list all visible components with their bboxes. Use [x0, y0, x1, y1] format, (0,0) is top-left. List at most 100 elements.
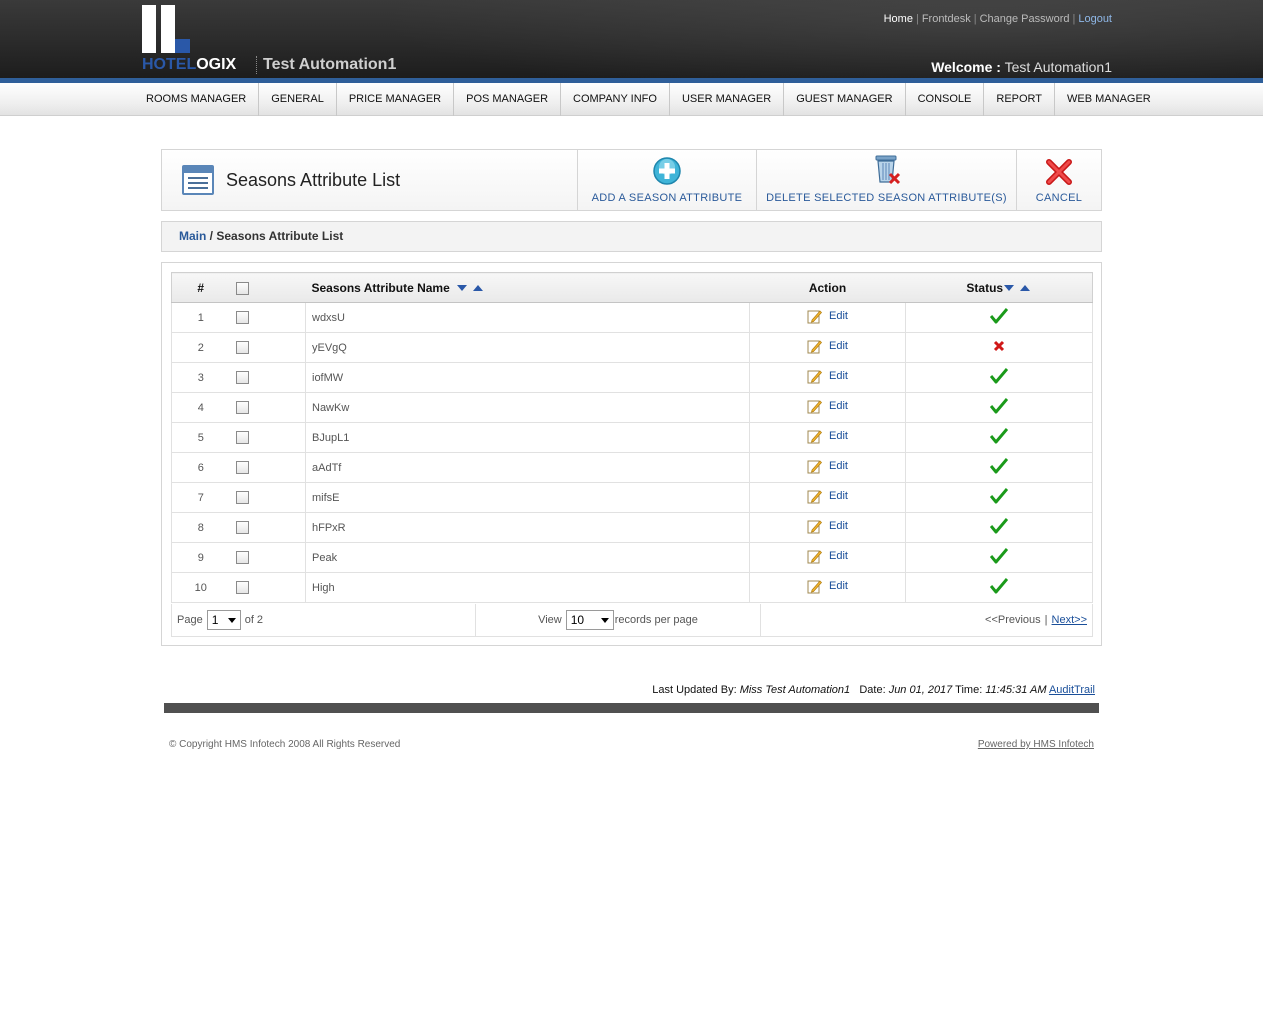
row-action-cell: Edit [749, 422, 906, 453]
chevron-down-icon [600, 617, 609, 623]
sort-arrows-icon[interactable] [456, 284, 484, 292]
row-checkbox[interactable] [235, 461, 249, 474]
table-row: 2 yEVgQ Edit [171, 332, 1093, 363]
edit-link[interactable]: Edit [829, 550, 848, 562]
breadcrumb-main-link[interactable]: Main [179, 229, 206, 243]
row-select-cell [229, 572, 306, 603]
nav-pos-manager[interactable]: POS MANAGER [454, 83, 562, 116]
nav-rooms-manager[interactable]: ROOMS MANAGER [134, 83, 260, 116]
row-checkbox[interactable] [235, 521, 249, 534]
row-checkbox[interactable] [235, 491, 249, 504]
delete-selected-button[interactable]: DELETE SELECTED SEASON ATTRIBUTE(S) [757, 150, 1017, 210]
season-attribute-name: mifsE [305, 482, 750, 513]
page-select[interactable]: 1 [206, 610, 241, 630]
next-link[interactable]: Next>> [1052, 614, 1087, 626]
edit-icon[interactable] [807, 399, 822, 414]
col-name-header[interactable]: Seasons Attribute Name [305, 272, 750, 303]
check-icon [989, 488, 1009, 504]
table-row: 7 mifsE Edit [171, 482, 1093, 513]
edit-icon[interactable] [807, 429, 822, 444]
row-checkbox[interactable] [235, 431, 249, 444]
top-header: HOTELOGIX Test Automation1 Home | Frontdes… [0, 0, 1263, 80]
cancel-icon [1046, 159, 1072, 185]
nav-company-info[interactable]: COMPANY INFO [561, 83, 670, 116]
powered-by-link[interactable]: Powered by HMS Infotech [978, 739, 1094, 750]
edit-link[interactable]: Edit [829, 400, 848, 412]
edit-link[interactable]: Edit [829, 520, 848, 532]
add-icon [653, 157, 681, 185]
edit-link[interactable]: Edit [829, 370, 848, 382]
frontdesk-link[interactable]: Frontdesk [922, 13, 971, 25]
home-link[interactable]: Home [884, 13, 913, 25]
row-checkbox[interactable] [235, 551, 249, 564]
edit-link[interactable]: Edit [829, 310, 848, 322]
edit-link[interactable]: Edit [829, 460, 848, 472]
col-select-all [229, 272, 306, 303]
row-action-cell: Edit [749, 452, 906, 483]
last-updated-info: Last Updated By: Miss Test Automation1 D… [652, 684, 1095, 696]
edit-icon[interactable] [807, 309, 822, 324]
nav-user-manager[interactable]: USER MANAGER [670, 83, 785, 116]
cross-icon [993, 340, 1005, 352]
page-title: Seasons Attribute List [226, 169, 401, 190]
edit-icon[interactable] [807, 549, 822, 564]
edit-icon[interactable] [807, 339, 822, 354]
previous-link[interactable]: <<Previous [985, 614, 1041, 626]
season-attribute-name: iofMW [305, 362, 750, 393]
audit-trail-link[interactable]: AuditTrail [1049, 684, 1095, 696]
row-action-cell: Edit [749, 332, 906, 363]
row-select-cell [229, 422, 306, 453]
table-row: 6 aAdTf Edit [171, 452, 1093, 483]
add-season-attribute-button[interactable]: ADD A SEASON ATTRIBUTE [578, 150, 757, 210]
row-checkbox[interactable] [235, 311, 249, 324]
nav-guest-manager[interactable]: GUEST MANAGER [784, 83, 906, 116]
row-number: 4 [171, 392, 230, 423]
edit-icon[interactable] [807, 519, 822, 534]
welcome-message: Welcome : Test Automation1 [931, 59, 1112, 75]
edit-icon[interactable] [807, 579, 822, 594]
edit-link[interactable]: Edit [829, 340, 848, 352]
row-checkbox[interactable] [235, 581, 249, 594]
row-select-cell [229, 302, 306, 333]
row-select-cell [229, 482, 306, 513]
col-status-header[interactable]: Status [905, 272, 1093, 303]
copyright-text: © Copyright HMS Infotech 2008 All Rights… [169, 739, 401, 750]
hotelogix-logo[interactable]: HOTELOGIX [142, 5, 242, 75]
nav-web-manager[interactable]: WEB MANAGER [1055, 83, 1163, 116]
nav-general[interactable]: GENERAL [259, 83, 337, 116]
records-per-page-select[interactable]: 10 [565, 610, 614, 630]
change-password-link[interactable]: Change Password [980, 13, 1070, 25]
cancel-button[interactable]: CANCEL [1017, 150, 1101, 210]
nav-report[interactable]: REPORT [984, 83, 1056, 116]
season-attribute-name: NawKw [305, 392, 750, 423]
row-checkbox[interactable] [235, 401, 249, 414]
edit-icon[interactable] [807, 369, 822, 384]
status-cell [905, 302, 1093, 333]
row-checkbox[interactable] [235, 341, 249, 354]
logout-link[interactable]: Logout [1078, 13, 1112, 25]
table-row: 4 NawKw Edit [171, 392, 1093, 423]
edit-icon[interactable] [807, 459, 822, 474]
edit-icon[interactable] [807, 489, 822, 504]
status-cell [905, 542, 1093, 573]
season-attribute-name: yEVgQ [305, 332, 750, 363]
sort-arrows-icon[interactable] [1003, 284, 1031, 292]
row-checkbox[interactable] [235, 371, 249, 384]
edit-link[interactable]: Edit [829, 490, 848, 502]
check-icon [989, 368, 1009, 384]
title-panel: Seasons Attribute List ADD A SEASON ATTR… [161, 149, 1102, 211]
edit-link[interactable]: Edit [829, 430, 848, 442]
select-all-checkbox[interactable] [235, 281, 249, 295]
season-attribute-name: hFPxR [305, 512, 750, 543]
row-action-cell: Edit [749, 482, 906, 513]
nav-price-manager[interactable]: PRICE MANAGER [337, 83, 455, 116]
row-select-cell [229, 512, 306, 543]
top-links: Home | Frontdesk | Change Password | Logout [883, 13, 1112, 25]
seasons-attribute-table: # Seasons Attribute Name Action Status 1… [171, 272, 1093, 603]
row-action-cell: Edit [749, 302, 906, 333]
pagination-bar: Page 1 of 2 View 10 records per page <<P… [171, 604, 1093, 637]
season-attribute-name: BJupL1 [305, 422, 750, 453]
row-number: 6 [171, 452, 230, 483]
edit-link[interactable]: Edit [829, 580, 848, 592]
nav-console[interactable]: CONSOLE [906, 83, 985, 116]
